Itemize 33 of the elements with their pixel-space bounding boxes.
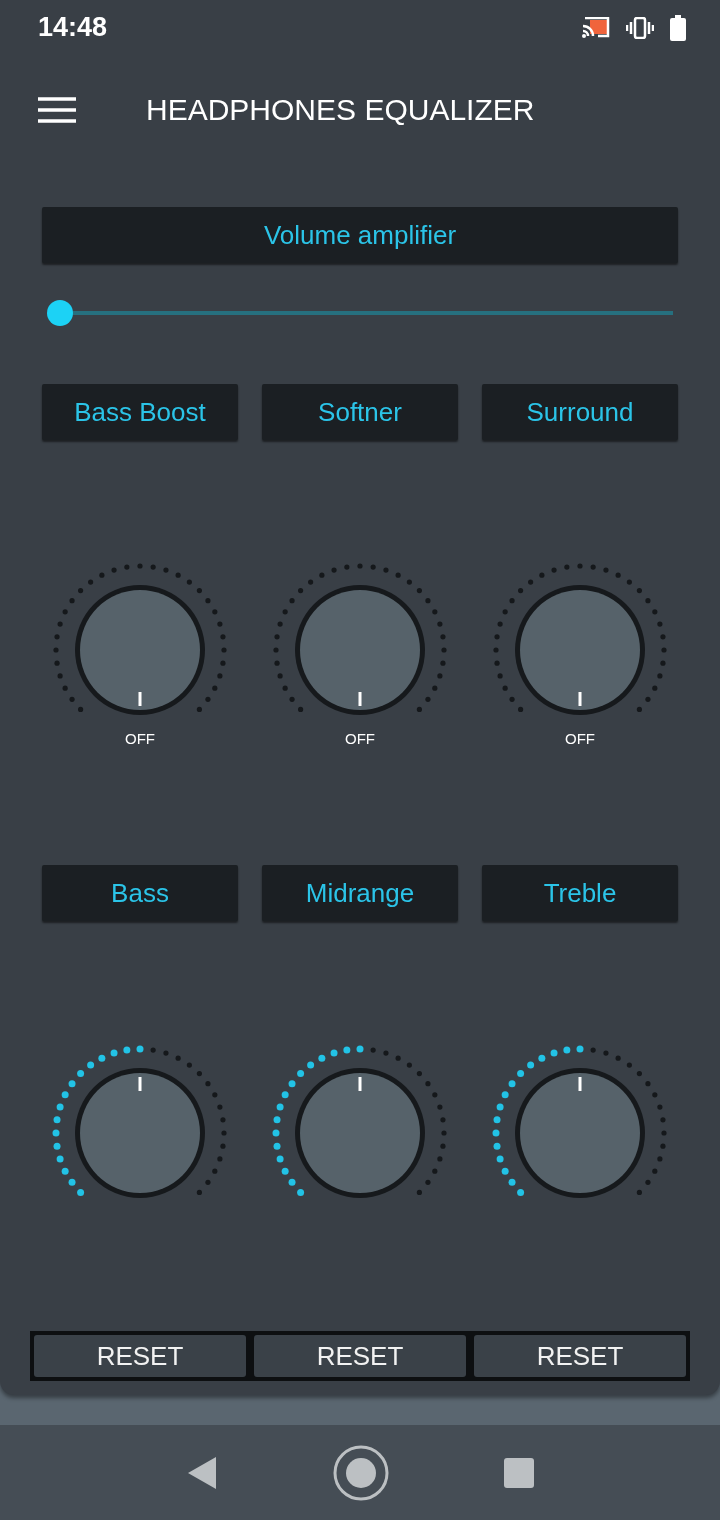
band-button[interactable]: Treble [482, 865, 678, 921]
menu-icon[interactable] [38, 97, 76, 123]
band-button[interactable]: Midrange [262, 865, 458, 921]
knob-pointer [358, 1077, 362, 1091]
knob-reading: OFF [125, 730, 155, 747]
vibrate-icon [626, 16, 654, 39]
knob[interactable] [515, 585, 645, 715]
slider-thumb[interactable] [47, 300, 73, 326]
volume-amplifier-button[interactable]: Volume amplifier [42, 207, 678, 263]
knob[interactable] [295, 1068, 425, 1198]
reset-button[interactable]: RESET [254, 1335, 466, 1377]
band-button[interactable]: Bass [42, 865, 238, 921]
knob[interactable] [515, 1068, 645, 1198]
knob[interactable] [75, 1068, 205, 1198]
knob-pointer [578, 1077, 582, 1091]
status-time: 14:48 [38, 12, 108, 43]
reset-button[interactable]: RESET [474, 1335, 686, 1377]
reset-button[interactable]: RESET [34, 1335, 246, 1377]
knob-pointer [138, 1077, 142, 1091]
battery-icon [670, 14, 686, 41]
knob[interactable] [75, 585, 205, 715]
home-icon[interactable] [333, 1444, 389, 1501]
knob-reading: OFF [565, 730, 595, 747]
app-title: HEADPHONES EQUALIZER [146, 93, 535, 127]
cast-icon [582, 16, 610, 39]
knob[interactable] [295, 585, 425, 715]
effect-button[interactable]: Surround [482, 384, 678, 440]
recents-icon[interactable] [504, 1457, 534, 1488]
effect-button[interactable]: Softner [262, 384, 458, 440]
volume-slider[interactable] [47, 300, 673, 326]
effect-button[interactable]: Bass Boost [42, 384, 238, 440]
knob-reading: OFF [345, 730, 375, 747]
back-icon[interactable] [186, 1455, 218, 1490]
